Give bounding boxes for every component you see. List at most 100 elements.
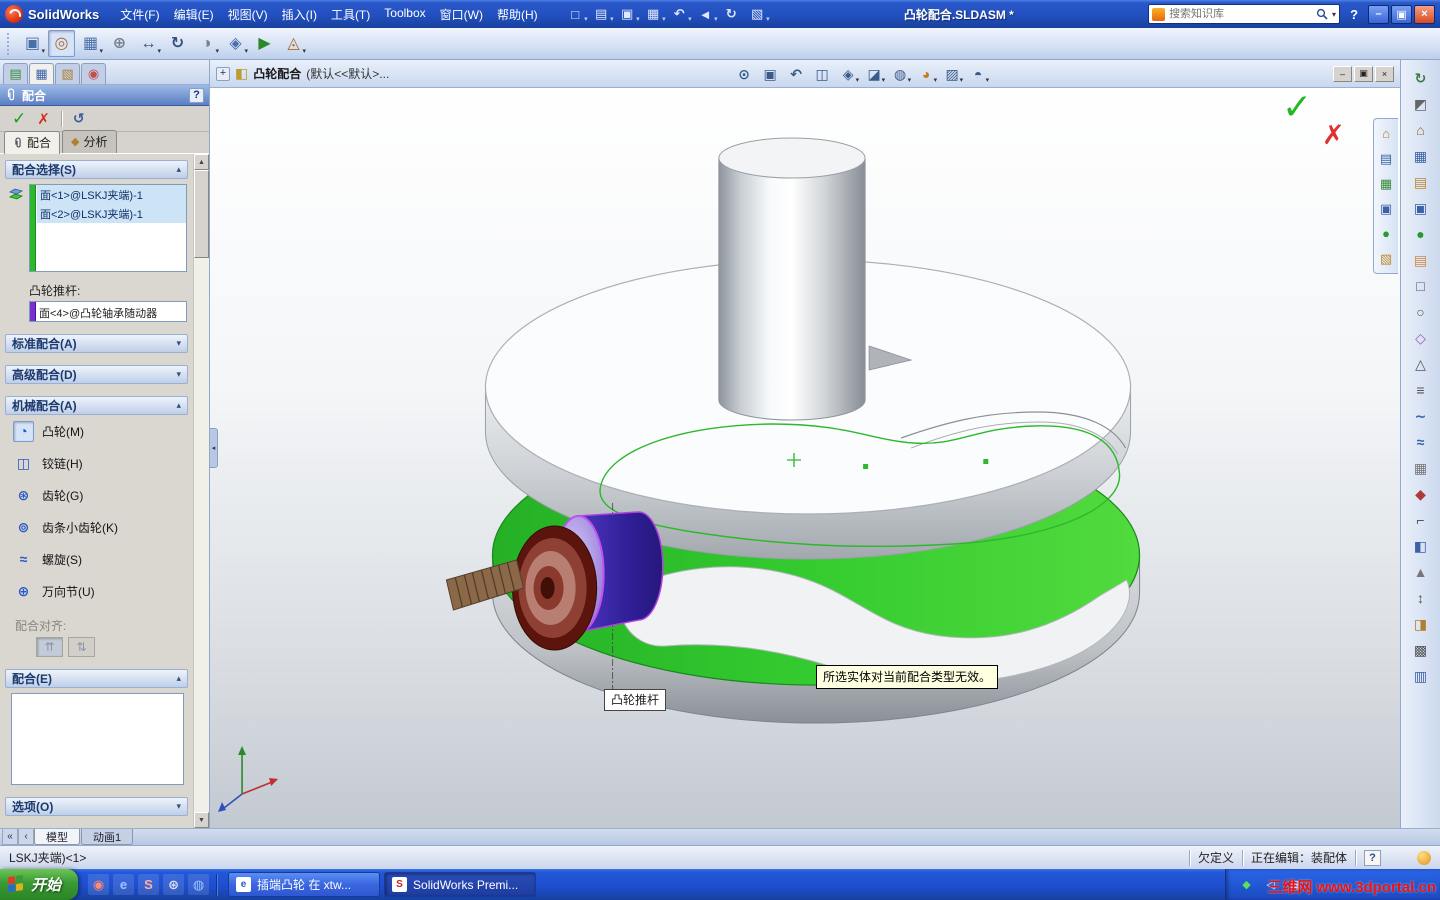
mdi-close-button[interactable]: × [1375,65,1394,82]
edit-appearance-icon[interactable]: ◕ ▾ [914,62,938,86]
flyout-tree-expand-icon[interactable]: + [216,66,230,81]
previous-view-icon[interactable]: ↶ [784,62,808,86]
section-mates[interactable]: 配合(E) ▴ [5,669,188,688]
rebuild-icon[interactable]: ↻ [719,4,744,25]
dimxpertmanager-tab-icon[interactable]: ◉ [81,63,106,84]
scroll-track[interactable] [194,258,209,812]
menu-edit[interactable]: 编辑(E) [167,2,221,27]
section-mate-selections[interactable]: 配合选择(S) ▴ [5,160,188,179]
shade-icon[interactable]: ◨ [1409,612,1433,635]
circle-tool-icon[interactable]: ○ [1409,300,1433,323]
diamond-tool-icon[interactable]: ◇ [1409,326,1433,349]
toolbar-grip[interactable] [7,32,12,55]
featuremanager-tab-icon[interactable]: ▤ [3,63,28,84]
screw-mate-item[interactable]: ≈ 螺旋(S) [0,543,193,575]
custom-properties-icon[interactable]: ▧ [1376,248,1397,269]
half-section-icon[interactable]: ◩ [1409,92,1433,115]
zoom-area-icon[interactable]: ▣ [758,62,782,86]
ok-button[interactable]: ✓ [12,109,26,129]
view-settings-icon[interactable]: ◓ ▾ [966,62,990,86]
pattern-icon[interactable]: ▣ [1409,196,1433,219]
open-document-icon[interactable]: ▤ ▾ [589,4,614,25]
ruby-icon[interactable]: ◆ [1409,482,1433,505]
move-component-icon[interactable]: ↔ ▾ [135,30,162,57]
section-standard-mates[interactable]: 标准配合(A) ▾ [5,334,188,353]
spline-icon[interactable]: ∼ [1409,404,1433,427]
menu-window[interactable]: 窗口(W) [433,2,490,27]
display-style-icon[interactable]: ◪ ▾ [862,62,886,86]
file-explorer-icon[interactable]: ▦ [1376,173,1397,194]
grid-icon[interactable]: ▦ [1409,144,1433,167]
rect-tool-icon[interactable]: □ [1409,274,1433,297]
folder-icon[interactable]: ▤ [1409,248,1433,271]
new-document-icon[interactable]: □ ▾ [563,4,587,25]
shaft-top-face[interactable] [718,137,866,179]
corner-icon[interactable]: ⌐ [1409,508,1433,531]
motion-study-tab[interactable]: 动画1 [81,829,134,845]
menu-view[interactable]: 视图(V) [221,2,275,27]
insert-components-icon[interactable]: ▣ ▾ [19,30,46,57]
print-icon[interactable]: ▦ ▾ [641,4,666,25]
cancel-button[interactable]: ✗ [37,110,50,128]
new-motion-study-icon[interactable]: ▶ [251,30,278,57]
undo-icon[interactable]: ↶ ▾ [667,4,692,25]
3d-viewport-canvas[interactable]: ✓ ✗ 所选实体对当前配合类型无效。 凸轮推杆 ⌂ ▤ ▦ ▣ ● ▧ [210,86,1400,828]
zoom-fit-icon[interactable]: ⊙ [732,62,756,86]
knowledge-search-box[interactable]: ▾ [1148,4,1341,24]
tab-scroll-prev-icon[interactable]: ‹ [18,829,34,845]
universal-joint-mate-item[interactable]: ⊕ 万向节(U) [0,575,193,607]
cam-follower-callout[interactable]: 凸轮推杆 [604,689,667,711]
sphere-icon[interactable]: ● [1409,222,1433,245]
panel-splitter-handle[interactable]: ◂ [210,428,218,468]
assembly-features-icon[interactable]: ◈ ▾ [222,30,249,57]
selection-item[interactable]: 面<2>@LSKJ夹端)-1 [37,204,186,223]
arrow-up-icon[interactable]: ▲ [1409,560,1433,583]
quick-tips-bulb-icon[interactable] [1417,850,1431,865]
scroll-up-button[interactable]: ▲ [194,154,209,170]
restore-button[interactable]: ▣ [1391,4,1413,24]
section-view-icon[interactable]: ◫ [810,62,834,86]
list-icon[interactable]: ≡ [1409,378,1433,401]
options-icon[interactable]: ▧ ▾ [745,4,770,25]
rotate-component-icon[interactable]: ↻ [164,30,191,57]
anti-aligned-button[interactable]: ⇅ [68,637,95,657]
exploded-view-icon[interactable]: ◬ ▾ [280,30,307,57]
smart-fasteners-icon[interactable]: ⊕ [106,30,133,57]
start-button[interactable]: 开始 [0,869,79,900]
search-icon[interactable] [1316,8,1328,20]
mdi-restore-button[interactable]: ▣ [1354,65,1373,82]
minimize-button[interactable]: – [1368,4,1390,24]
follower-bearing[interactable] [512,525,598,651]
mate-selections-listbox[interactable]: 面<1>@LSKJ夹端)-1 面<2>@LSKJ夹端)-1 [29,184,187,272]
hide-show-items-icon[interactable]: ◍ ▾ [888,62,912,86]
tab-scroll-first-icon[interactable]: « [2,829,18,845]
hide-show-components-icon[interactable]: ◑ ▾ [193,30,220,57]
panel-help-button[interactable]: ? [189,87,204,103]
panel-scrollbar[interactable]: ▲ ▼ [193,154,209,828]
menu-file[interactable]: 文件(F) [113,2,166,27]
section-options[interactable]: 选项(O) ▾ [5,797,188,816]
follower-selection-item[interactable]: 面<4>@凸轮轴承随动器 [36,302,160,321]
triangle-tool-icon[interactable]: △ [1409,352,1433,375]
tab-analysis[interactable]: ◆ 分析 [62,130,117,153]
aligned-button[interactable]: ⇈ [36,637,63,657]
model-tab[interactable]: 模型 [34,829,80,845]
quick-tips-help-button[interactable]: ? [1364,849,1381,866]
internet-explorer-icon[interactable]: e [113,874,135,895]
configurationmanager-tab-icon[interactable]: ▧ [55,63,80,84]
linear-component-pattern-icon[interactable]: ▦ ▾ [77,30,104,57]
scroll-thumb[interactable] [194,170,209,258]
view-palette-icon[interactable]: ▣ [1376,198,1397,219]
browser-icon[interactable]: ◍ [188,874,210,895]
save-icon[interactable]: ▣ ▾ [615,4,640,25]
updown-icon[interactable]: ↕ [1409,586,1433,609]
home-icon[interactable]: ⌂ [1409,118,1433,141]
mates-listbox[interactable] [11,693,184,785]
ok-float-button[interactable]: ✓ [1282,86,1312,128]
cam-mate-item[interactable]: ◔ 凸轮(M) [0,415,193,447]
help-button[interactable]: ? [1350,7,1358,22]
hatch-icon[interactable]: ▩ [1409,638,1433,661]
hinge-mate-item[interactable]: ◫ 铰链(H) [0,447,193,479]
apply-scene-icon[interactable]: ▨ ▾ [940,62,964,86]
half-square-icon[interactable]: ◧ [1409,534,1433,557]
